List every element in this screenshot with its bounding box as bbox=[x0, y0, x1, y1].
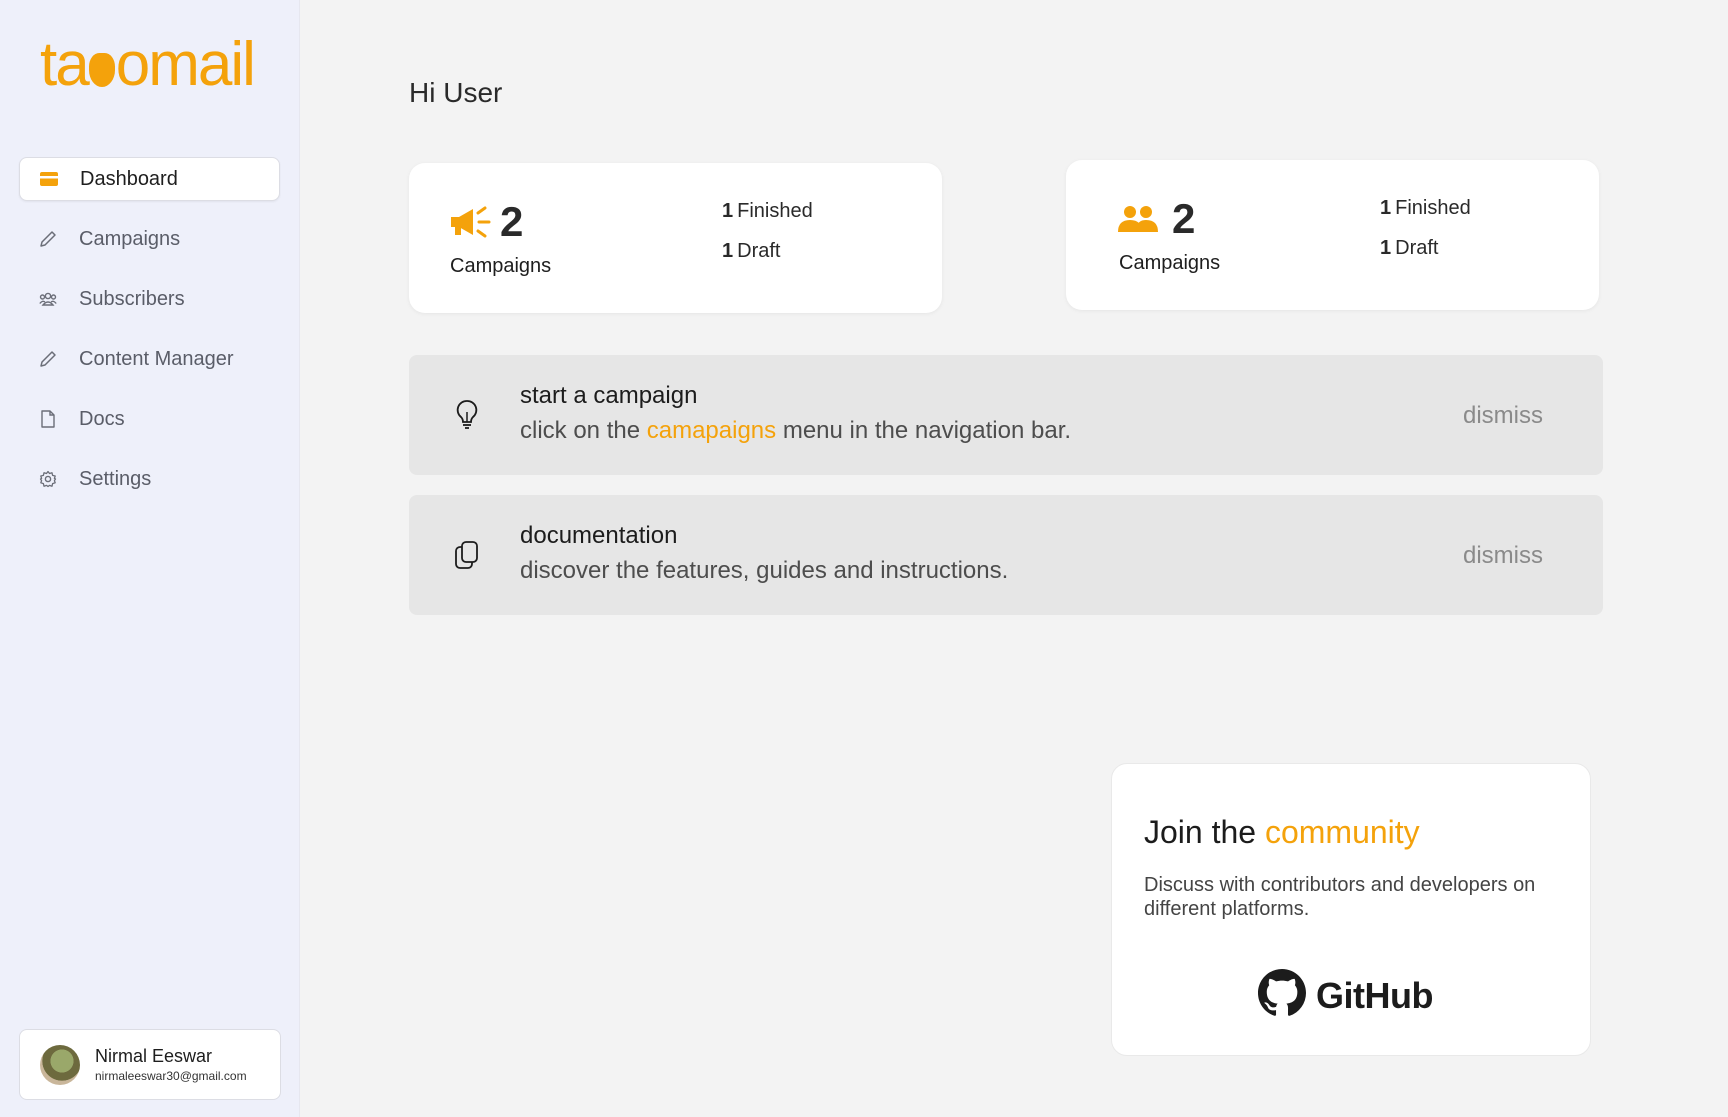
github-label: GitHub bbox=[1316, 974, 1433, 1016]
sidebar-item-campaigns[interactable]: Campaigns bbox=[19, 217, 280, 261]
avatar bbox=[40, 1044, 80, 1085]
tip-title: documentation bbox=[520, 522, 678, 549]
sidebar-item-label: Campaigns bbox=[79, 227, 181, 250]
document-icon bbox=[39, 410, 57, 428]
finished-stat: 1 Finished bbox=[1380, 197, 1471, 219]
tacomail-logo[interactable]: ta omail bbox=[40, 30, 256, 100]
subscribers-stat-card: 2 Campaigns 1 Finished 1 Draft bbox=[1066, 160, 1599, 310]
subscribers-label: Campaigns bbox=[1119, 252, 1221, 274]
user-email: nirmaleeswar30@gmail.com bbox=[95, 1069, 247, 1083]
sidebar-item-docs[interactable]: Docs bbox=[19, 397, 280, 441]
sidebar-item-label: Dashboard bbox=[80, 167, 178, 190]
start-campaign-tip: start a campaign click on the camapaigns… bbox=[409, 355, 1603, 475]
sidebar-nav: Dashboard Campaigns Subscribers Content … bbox=[19, 157, 280, 517]
dismiss-button[interactable]: dismiss bbox=[1463, 542, 1543, 570]
page-greeting: Hi User bbox=[409, 77, 503, 108]
pencil-icon bbox=[39, 350, 57, 368]
sidebar-item-content-manager[interactable]: Content Manager bbox=[19, 337, 280, 381]
draft-stat: 1 Draft bbox=[1380, 237, 1439, 259]
megaphone-icon bbox=[449, 205, 493, 239]
taco-icon bbox=[88, 53, 115, 87]
sidebar-item-label: Docs bbox=[79, 407, 125, 430]
tip-text: click on the camapaigns menu in the navi… bbox=[520, 417, 1072, 444]
card-icon bbox=[40, 170, 58, 188]
sidebar-item-label: Subscribers bbox=[79, 287, 185, 310]
users-icon bbox=[39, 290, 57, 308]
campaigns-stat-card: 2 Campaigns 1 Finished 1 Draft bbox=[409, 163, 942, 313]
sidebar-item-subscribers[interactable]: Subscribers bbox=[19, 277, 280, 321]
finished-stat: 1 Finished bbox=[722, 200, 813, 222]
campaigns-link[interactable]: camapaigns bbox=[647, 417, 776, 444]
gear-icon bbox=[39, 470, 57, 488]
lightbulb-icon bbox=[452, 397, 482, 433]
sidebar-item-settings[interactable]: Settings bbox=[19, 457, 280, 501]
copy-icon bbox=[452, 537, 482, 573]
users-icon bbox=[1118, 202, 1162, 236]
community-title: Join the community bbox=[1144, 814, 1420, 850]
campaigns-label: Campaigns bbox=[450, 255, 552, 277]
documentation-tip: documentation discover the features, gui… bbox=[409, 495, 1603, 615]
sidebar-item-dashboard[interactable]: Dashboard bbox=[19, 157, 280, 201]
draft-stat: 1 Draft bbox=[722, 240, 781, 262]
github-icon bbox=[1258, 969, 1306, 1022]
user-name: Nirmal Eeswar bbox=[95, 1046, 213, 1066]
community-card: Join the community Discuss with contribu… bbox=[1111, 763, 1591, 1056]
pencil-icon bbox=[39, 230, 57, 248]
sidebar-item-label: Settings bbox=[79, 467, 152, 490]
community-description: Discuss with contributors and developers… bbox=[1144, 874, 1536, 920]
campaigns-count: 2 bbox=[500, 198, 524, 245]
tip-text: discover the features, guides and instru… bbox=[520, 557, 1009, 584]
user-profile-card[interactable]: Nirmal Eeswar nirmaleeswar30@gmail.com bbox=[19, 1029, 281, 1100]
sidebar-item-label: Content Manager bbox=[79, 347, 234, 370]
github-link[interactable]: GitHub bbox=[1258, 969, 1433, 1022]
sidebar: ta omail Dashboard Campaigns Subscribers … bbox=[0, 0, 300, 1117]
tip-title: start a campaign bbox=[520, 382, 698, 409]
dismiss-button[interactable]: dismiss bbox=[1463, 402, 1543, 430]
subscribers-count: 2 bbox=[1172, 195, 1196, 242]
